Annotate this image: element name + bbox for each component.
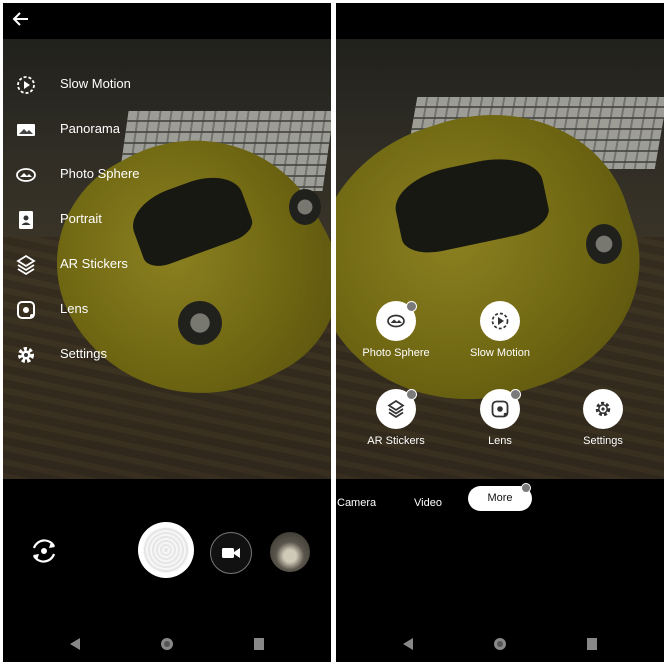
left-phone-screen: Slow Motion Panorama Photo Sphere Portra…: [3, 3, 331, 662]
photo-sphere-icon: [387, 314, 405, 328]
mode-settings[interactable]: Settings: [557, 389, 649, 459]
camera-controls: [3, 479, 331, 662]
menu-item-label: AR Stickers: [60, 256, 128, 271]
settings-icon: [595, 401, 611, 417]
menu-item-slow-motion[interactable]: Slow Motion: [3, 65, 223, 105]
photo-sphere-icon: [15, 164, 37, 186]
camera-viewfinder: Photo Sphere Slow Motion AR Stickers Len…: [336, 39, 664, 479]
recents-nav-icon[interactable]: [585, 637, 599, 651]
lens-icon: [491, 400, 509, 418]
menu-item-photo-sphere[interactable]: Photo Sphere: [3, 155, 223, 195]
back-nav-icon[interactable]: [401, 637, 415, 651]
ar-stickers-icon: [387, 399, 405, 419]
menu-item-label: Panorama: [60, 121, 120, 136]
camera-viewfinder: Slow Motion Panorama Photo Sphere Portra…: [3, 39, 331, 479]
back-arrow-icon[interactable]: [11, 9, 31, 29]
portrait-icon: [15, 209, 37, 231]
mode-photo-sphere[interactable]: Photo Sphere: [350, 301, 442, 371]
tab-camera[interactable]: Camera: [337, 497, 376, 509]
home-nav-icon[interactable]: [160, 637, 174, 651]
new-badge-dot: [510, 389, 521, 400]
switch-camera-icon[interactable]: [26, 533, 62, 569]
new-badge-dot: [521, 483, 531, 493]
mode-label: Photo Sphere: [362, 347, 430, 359]
settings-icon: [15, 344, 37, 366]
menu-item-label: Settings: [60, 346, 107, 361]
mode-lens[interactable]: Lens: [454, 389, 546, 459]
right-phone-screen: Photo Sphere Slow Motion AR Stickers Len…: [336, 3, 664, 662]
shutter-button[interactable]: [138, 522, 194, 578]
menu-item-label: Slow Motion: [60, 76, 131, 91]
tab-video[interactable]: Video: [414, 497, 442, 509]
video-camera-icon: [221, 545, 241, 566]
menu-item-settings[interactable]: Settings: [3, 335, 223, 375]
mode-label: AR Stickers: [367, 435, 425, 447]
gallery-thumbnail[interactable]: [270, 532, 310, 572]
menu-item-lens[interactable]: Lens: [3, 290, 223, 330]
recents-nav-icon[interactable]: [252, 637, 266, 651]
top-bar: [3, 3, 331, 39]
menu-item-ar-stickers[interactable]: AR Stickers: [3, 245, 223, 285]
tab-more[interactable]: More: [468, 483, 532, 511]
menu-item-label: Portrait: [60, 211, 102, 226]
back-nav-icon[interactable]: [68, 637, 82, 651]
mode-label: Slow Motion: [470, 347, 530, 359]
slow-motion-icon: [491, 312, 509, 330]
mode-label: Settings: [583, 435, 623, 447]
new-badge-dot: [406, 301, 417, 312]
menu-item-label: Photo Sphere: [60, 166, 140, 181]
menu-item-panorama[interactable]: Panorama: [3, 110, 223, 150]
menu-item-portrait[interactable]: Portrait: [3, 200, 223, 240]
home-nav-icon[interactable]: [493, 637, 507, 651]
panorama-icon: [15, 119, 37, 141]
top-bar: [336, 3, 664, 39]
ar-stickers-icon: [15, 254, 37, 276]
tab-more-label: More: [487, 492, 513, 504]
mode-slow-motion[interactable]: Slow Motion: [454, 301, 546, 371]
video-mode-button[interactable]: [210, 532, 252, 574]
menu-item-label: Lens: [60, 301, 89, 316]
lens-icon: [15, 299, 37, 321]
slow-motion-icon: [15, 74, 37, 96]
mode-ar-stickers[interactable]: AR Stickers: [350, 389, 442, 459]
mode-label: Lens: [488, 435, 512, 447]
new-badge-dot: [406, 389, 417, 400]
